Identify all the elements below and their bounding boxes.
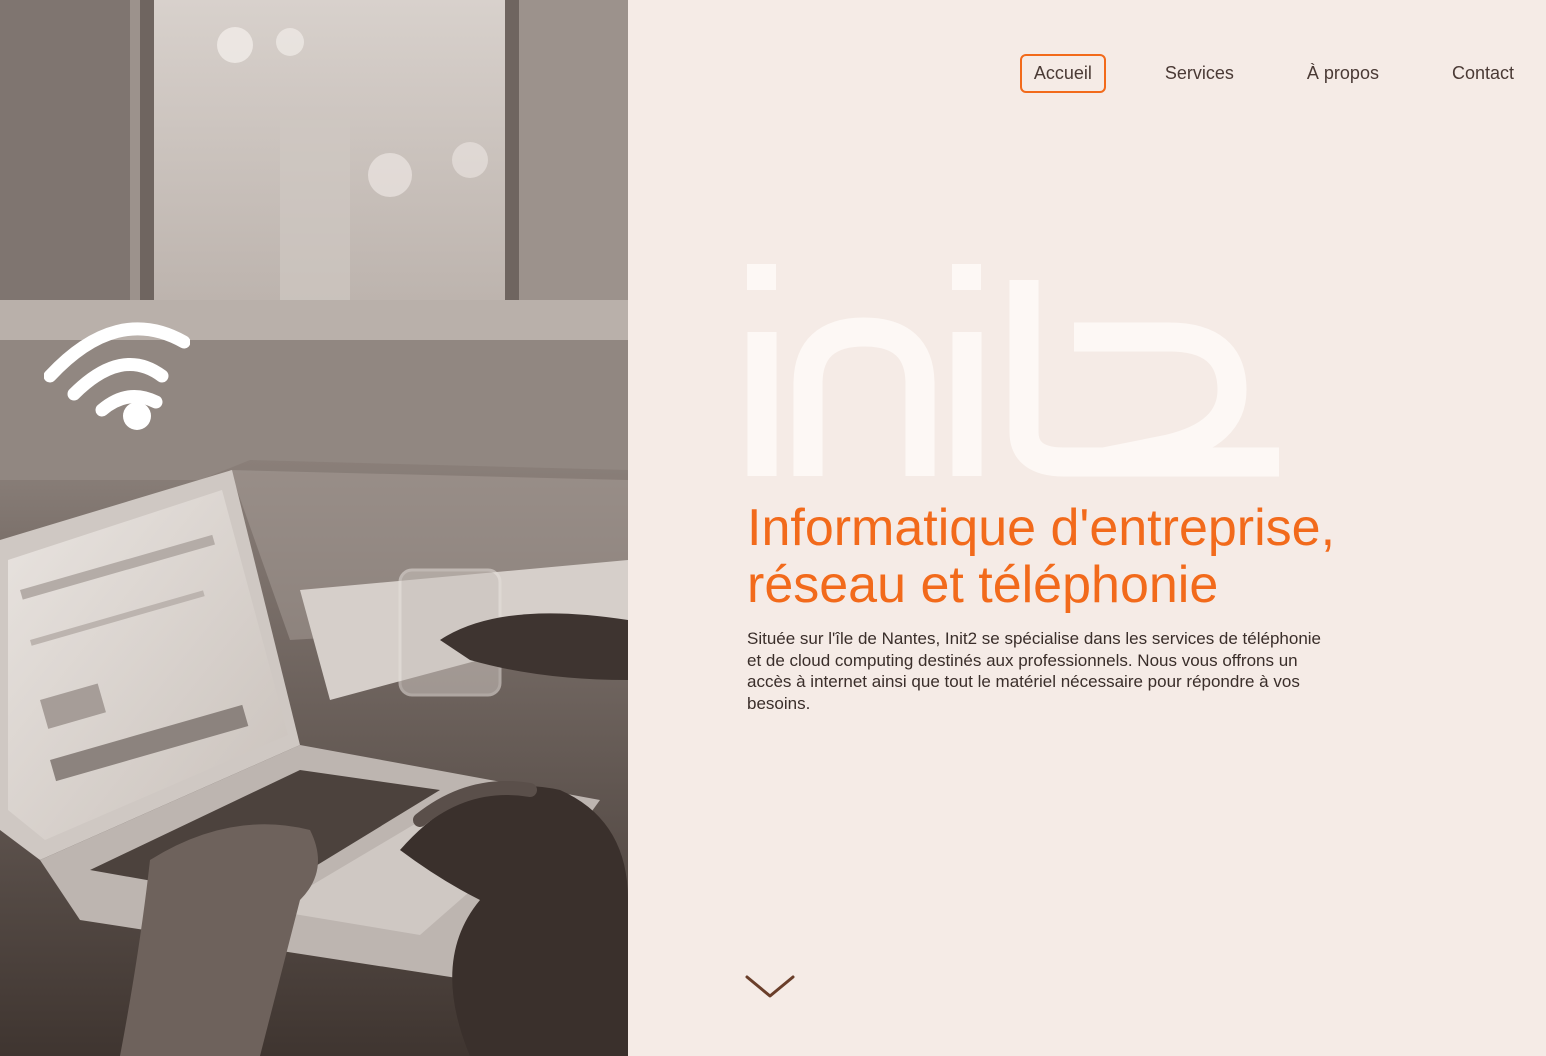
hero-description: Située sur l'île de Nantes, Init2 se spé… (747, 629, 1322, 713)
nav-item-contact[interactable]: Contact (1438, 54, 1528, 93)
nav-item-accueil[interactable]: Accueil (1019, 54, 1106, 93)
hero-photo (0, 0, 628, 1056)
nav-item-services[interactable]: Services (1151, 54, 1248, 93)
wifi-icon (44, 322, 190, 430)
init2-logo: init2 (747, 264, 1279, 477)
laptop-photo-illustration (0, 0, 628, 1056)
headline-line-2: réseau et téléphonie (747, 556, 1219, 614)
headline-line-1: Informatique d'entreprise, (747, 499, 1336, 557)
page: Accueil Services À propos Contact init2 (0, 0, 1546, 1056)
hero-headline: Informatique d'entreprise, réseau et tél… (747, 500, 1507, 614)
main-nav: Accueil Services À propos Contact (975, 54, 1528, 93)
nav-item-a-propos[interactable]: À propos (1293, 54, 1393, 93)
hero-content: Accueil Services À propos Contact init2 (628, 0, 1546, 1056)
chevron-down-icon[interactable] (744, 972, 796, 1002)
